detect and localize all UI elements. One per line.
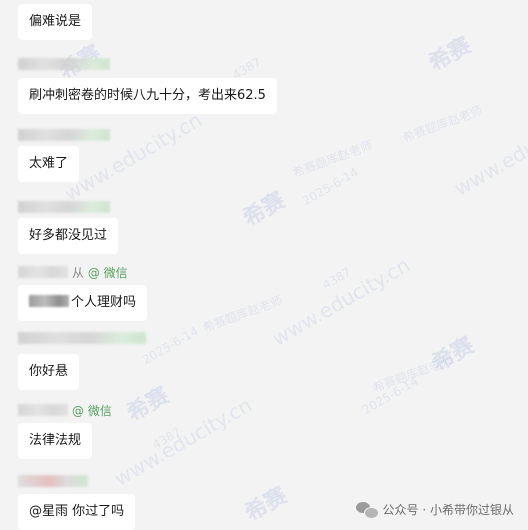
message-bubble[interactable]: 偏难说是 [18,4,93,40]
watermark-teacher: 希赛题库赵老师 [370,353,455,396]
watermark-url: www.educity.cn [450,102,528,201]
watermark-url: www.educity.cn [268,252,414,351]
sender-name [18,200,110,214]
watermark-teacher: 希赛题库赵老师 [400,103,485,146]
chat-history: 希赛 www.educity.cn 希赛 www.educity.cn 希赛 w… [0,0,528,530]
watermark-date: 2025-6-14 [360,373,421,418]
sender-name: 从 @ 微信 [18,264,128,281]
watermark-logo: 希赛 [239,188,290,232]
watermark-teacher: 希赛题库赵老师 [290,138,375,181]
at-icon: @ [72,403,84,418]
watermark-logo: 希赛 [123,383,174,427]
sender-name [18,57,110,71]
message-text: 个人理财吗 [71,295,137,310]
watermark-date: 2025-6-14 [140,323,201,368]
sender-name-redacted [18,475,88,487]
at-icon: @ [87,265,100,280]
source-prefix: 从 [72,265,85,280]
watermark-logo: 希赛 [241,483,292,527]
message-bubble[interactable]: @星雨 你过了吗 [18,494,136,530]
message-bubble[interactable]: 好多都没见过 [18,218,119,254]
sender-name-redacted [18,129,110,141]
watermark-logo: 希赛 [425,33,476,77]
wechat-icon [355,501,379,519]
sender-name-redacted [18,58,110,70]
watermark-url: www.educity.cn [110,392,256,491]
sender-name-redacted [18,404,68,416]
account-label: 公众号 · 小希带你过银从 [382,503,514,517]
message-bubble[interactable]: 个人理财吗 [18,285,148,321]
sender-name [18,128,110,142]
source-name: 微信 [87,403,112,418]
sender-name: @ 微信 [18,402,112,419]
sender-name-redacted [18,266,68,278]
message-bubble[interactable]: 太难了 [18,146,80,182]
wechat-source: 从 @ 微信 [72,264,128,281]
sender-name-redacted [18,332,146,344]
watermark-code: 4387 [320,264,354,293]
sender-name-redacted [18,201,110,213]
watermark-date: 2025-6-14 [300,164,361,209]
watermark-logo: 希赛 [428,333,479,377]
account-badge: 公众号 · 小希带你过银从 [355,501,514,519]
watermark-url: www.educity.cn [60,107,206,206]
message-bubble[interactable]: 刷冲刺密卷的时候八九十分，考出来62.5 [18,78,277,114]
sender-name [18,474,88,488]
sender-name [18,331,146,345]
watermark-code: 4387 [150,424,184,453]
message-bubble[interactable]: 你好悬 [18,354,80,390]
message-bubble[interactable]: 法律法规 [18,423,93,459]
source-name: 微信 [103,265,128,280]
redacted-text [29,295,69,307]
watermark-teacher: 希赛题库赵老师 [200,293,285,336]
wechat-source: @ 微信 [72,402,112,419]
